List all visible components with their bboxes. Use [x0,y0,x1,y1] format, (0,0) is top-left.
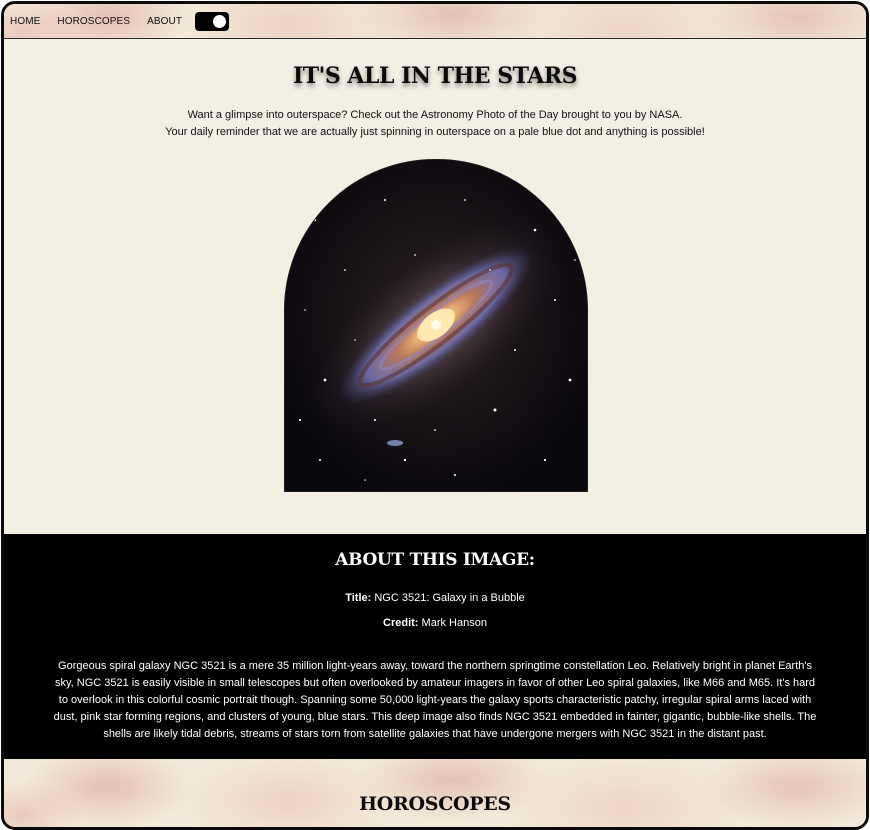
page-title: IT'S ALL IN THE STARS [292,63,578,89]
hero-section: IT'S ALL IN THE STARS Want a glimpse int… [4,39,866,534]
horoscopes-heading: HOROSCOPES [359,793,511,815]
about-image-section: ABOUT THIS IMAGE: Title: NGC 3521: Galax… [4,534,866,759]
horoscopes-section: HOROSCOPES [4,759,866,827]
image-credit-value: Mark Hanson [421,617,487,629]
image-credit-row: Credit: Mark Hanson [4,617,866,629]
hero-intro-line-2: Your daily reminder that we are actually… [165,126,705,138]
about-title: ABOUT THIS IMAGE: [335,550,535,570]
image-title-value: NGC 3521: Galaxy in a Bubble [374,592,525,604]
top-nav: HOME HOROSCOPES ABOUT [4,4,866,39]
toggle-knob [213,14,227,28]
nav-about-link[interactable]: ABOUT [147,16,182,27]
app-frame: HOME HOROSCOPES ABOUT IT'S ALL IN THE ST… [1,1,869,830]
galaxy-image [285,160,587,491]
image-title-label: Title: [345,592,372,604]
nav-horoscopes-link[interactable]: HOROSCOPES [57,16,130,27]
image-credit-label: Credit: [383,617,419,629]
theme-toggle[interactable] [195,11,230,31]
apod-image [284,159,588,492]
nav-home-link[interactable]: HOME [10,16,40,27]
image-title-row: Title: NGC 3521: Galaxy in a Bubble [4,592,866,604]
hero-intro-line-1: Want a glimpse into outerspace? Check ou… [187,109,683,121]
image-description: Gorgeous spiral galaxy NGC 3521 is a mer… [53,660,817,740]
